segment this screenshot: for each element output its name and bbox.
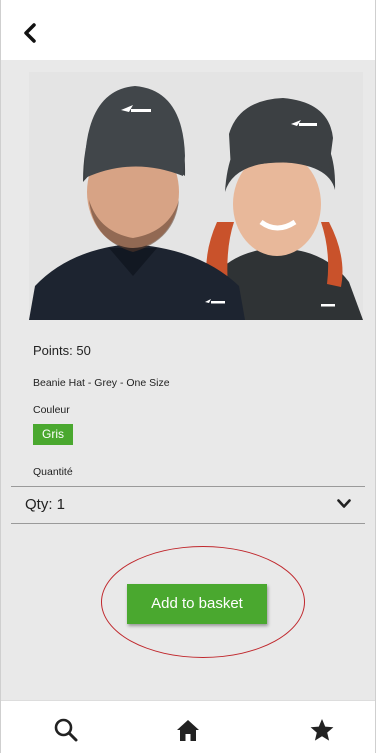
bottom-nav (1, 700, 375, 754)
colour-option-gris[interactable]: Gris (33, 424, 73, 445)
back-button[interactable] (17, 20, 43, 46)
product-image (29, 72, 363, 320)
search-icon (54, 718, 78, 742)
nav-search[interactable] (53, 717, 79, 743)
nav-home[interactable] (175, 717, 201, 743)
app-frame: Points: 50 Beanie Hat - Grey - One Size … (0, 0, 376, 754)
quantity-label: Quantité (33, 466, 73, 478)
product-photo (29, 72, 363, 320)
nav-favourites[interactable] (309, 717, 335, 743)
top-bar (1, 0, 375, 60)
quantity-value: Qty: 1 (25, 496, 66, 513)
home-icon (177, 720, 199, 741)
product-description: Beanie Hat - Grey - One Size (33, 377, 170, 389)
add-to-basket-button[interactable]: Add to basket (127, 584, 267, 624)
chevron-left-icon (24, 23, 36, 43)
chevron-down-icon (337, 499, 351, 508)
points-text: Points: 50 (33, 343, 91, 358)
colour-label: Couleur (33, 404, 70, 416)
quantity-select[interactable]: Qty: 1 (11, 486, 365, 524)
star-icon (310, 719, 334, 741)
